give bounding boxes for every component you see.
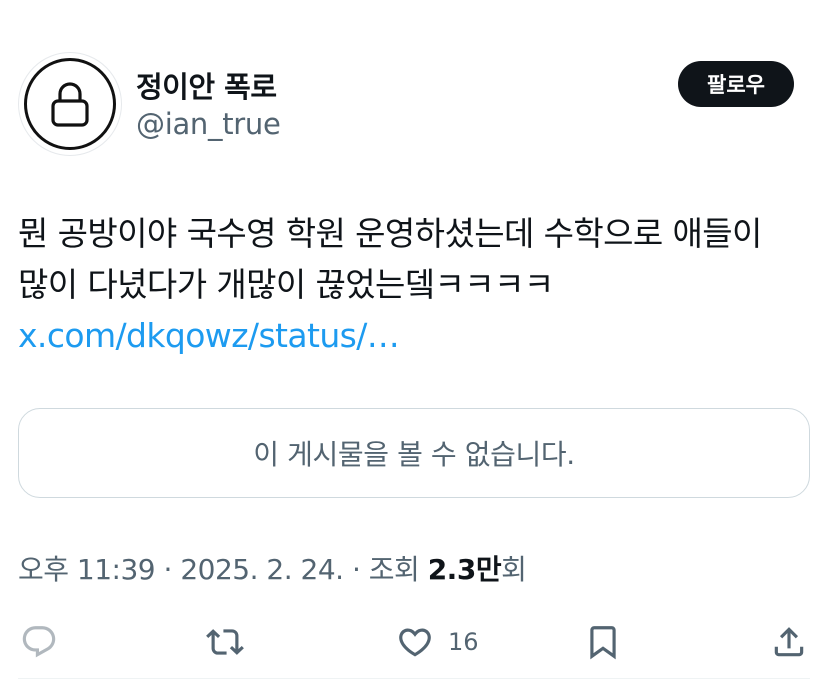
views-unit: 만 [475,553,502,586]
unavailable-message: 이 게시물을 볼 수 없습니다. [253,438,575,471]
action-bar: 16 [0,620,828,668]
avatar-frame [24,58,116,150]
tweet-link[interactable]: x.com/dkqowz/status/… [18,316,400,355]
meta-separator: · [351,553,369,586]
tweet-meta: 오후 11:39 · 2025. 2. 24. · 조회 2.3만회 [18,548,527,588]
meta-separator: · [163,553,181,586]
like-count: 16 [448,628,479,656]
views-prefix: 조회 [368,553,420,586]
reply-button[interactable] [20,620,58,664]
like-button[interactable]: 16 [396,620,479,664]
user-handle[interactable]: @ian_true [136,107,281,141]
views-suffix: 회 [501,553,527,586]
tweet: 정이안 폭로 @ian_true 팔로우 뭔 공방이야 국수영 학원 운영하셨는… [0,0,828,694]
reply-icon [22,626,56,658]
bookmark-button[interactable] [584,620,622,664]
retweet-icon [206,629,244,655]
quoted-post-unavailable-card[interactable]: 이 게시물을 볼 수 없습니다. [18,408,810,498]
lock-icon [51,82,89,127]
share-icon [774,627,804,657]
tweet-text: 뭔 공방이야 국수영 학원 운영하셨는데 수학으로 애들이 많이 다녔다가 개많… [18,208,808,361]
heart-icon [399,628,431,657]
tweet-time[interactable]: 오후 11:39 [18,553,156,586]
display-name[interactable]: 정이안 폭로 [136,64,277,106]
bookmark-icon [590,626,616,660]
retweet-button[interactable] [206,620,244,664]
tweet-date[interactable]: 2025. 2. 24. [180,553,344,586]
follow-button[interactable]: 팔로우 [678,61,794,107]
views-count[interactable]: 2.3 [428,553,477,586]
bottom-divider [18,678,810,679]
avatar[interactable] [18,52,122,156]
share-button[interactable] [770,620,808,664]
tweet-body: 뭔 공방이야 국수영 학원 운영하셨는데 수학으로 애들이 많이 다녔다가 개많… [18,214,762,304]
